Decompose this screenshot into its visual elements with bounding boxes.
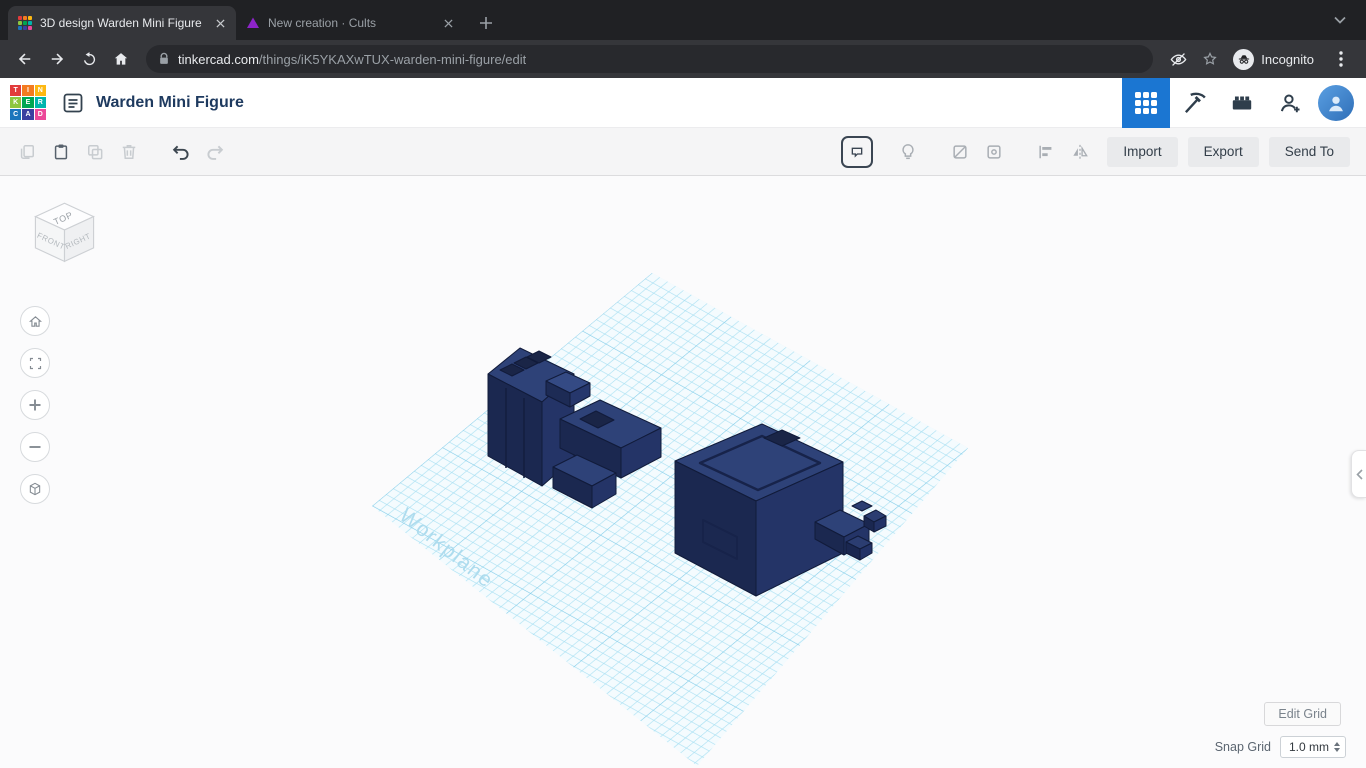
snap-grid-value: 1.0 mm <box>1289 740 1330 754</box>
incognito-spy-icon <box>1233 48 1255 70</box>
url-text: tinkercad.com/things/iK5YKAXwTUX-warden-… <box>178 52 526 67</box>
tab-close-icon[interactable] <box>212 15 228 31</box>
editor-toolbar: Import Export Send To <box>0 128 1366 176</box>
grid-icon <box>1135 91 1157 114</box>
url-field[interactable]: tinkercad.com/things/iK5YKAXwTUX-warden-… <box>146 45 1154 73</box>
redo-icon[interactable] <box>198 135 232 169</box>
notes-tool-button[interactable] <box>841 135 874 168</box>
browser-tab-strip: 3D design Warden Mini Figure New creatio… <box>0 0 1366 40</box>
brick-export-button[interactable] <box>1218 78 1266 128</box>
blocks-view-button[interactable] <box>1122 77 1170 128</box>
panel-expand-tab[interactable] <box>1351 450 1366 498</box>
duplicate-icon[interactable] <box>78 135 112 169</box>
pickaxe-icon <box>1184 92 1206 113</box>
import-button[interactable]: Import <box>1107 136 1178 167</box>
browser-address-bar: tinkercad.com/things/iK5YKAXwTUX-warden-… <box>0 40 1366 78</box>
lock-icon <box>160 52 168 64</box>
align-tool-icon[interactable] <box>1029 135 1063 169</box>
view-tools <box>20 306 50 504</box>
delete-icon[interactable] <box>112 135 146 169</box>
eye-blocked-icon[interactable] <box>1163 44 1193 74</box>
spinner-arrows-icon[interactable] <box>1334 742 1345 752</box>
edit-grid-button[interactable]: Edit Grid <box>1264 702 1341 726</box>
show-all-icon[interactable] <box>977 135 1011 169</box>
copy-icon[interactable] <box>10 135 44 169</box>
tab-close-icon[interactable] <box>440 15 456 31</box>
incognito-label: Incognito <box>1261 51 1314 67</box>
minecraft-export-button[interactable] <box>1170 78 1218 128</box>
paste-icon[interactable] <box>44 135 78 169</box>
user-avatar[interactable] <box>1318 84 1354 121</box>
zoom-in-button[interactable] <box>20 390 50 420</box>
tab-list-chevron-icon[interactable] <box>1326 6 1354 34</box>
design-properties-icon[interactable] <box>54 84 92 122</box>
header-actions <box>1122 77 1366 128</box>
design-title[interactable]: Warden Mini Figure <box>96 94 244 112</box>
tinkercad-logo[interactable]: TINKERCAD <box>10 84 46 121</box>
annotation-icon <box>852 147 863 158</box>
fit-view-button[interactable] <box>20 348 50 378</box>
scene-canvas[interactable]: Workplane <box>0 176 1366 768</box>
send-to-button[interactable]: Send To <box>1268 136 1350 167</box>
mirror-tool-icon[interactable] <box>1063 135 1097 169</box>
lego-brick-icon <box>1232 96 1252 109</box>
cults-favicon <box>246 16 260 30</box>
light-tool-icon[interactable] <box>891 135 925 169</box>
share-invite-button[interactable] <box>1266 78 1314 128</box>
snap-grid-label: Snap Grid <box>1214 740 1271 754</box>
tab-title: New creation · Cults <box>268 16 377 30</box>
browser-menu-kebab-icon[interactable] <box>1326 44 1356 74</box>
reload-icon[interactable] <box>74 44 104 74</box>
home-icon[interactable] <box>106 44 136 74</box>
url-domain: tinkercad.com <box>178 51 259 67</box>
add-person-icon <box>1280 94 1300 112</box>
back-icon[interactable] <box>10 44 40 74</box>
tab-title: 3D design Warden Mini Figure <box>40 16 202 30</box>
zoom-out-button[interactable] <box>20 432 50 462</box>
forward-icon[interactable] <box>42 44 72 74</box>
browser-tab-active[interactable]: 3D design Warden Mini Figure <box>8 6 236 40</box>
snap-grid-control: Snap Grid 1.0 mm <box>1215 736 1346 758</box>
home-view-button[interactable] <box>20 306 50 336</box>
incognito-badge: Incognito <box>1233 48 1314 70</box>
app-header: TINKERCAD Warden Mini Figure <box>0 77 1366 128</box>
screen: 3D design Warden Mini Figure New creatio… <box>0 0 1366 768</box>
new-tab-button[interactable] <box>472 9 500 37</box>
view-cube[interactable]: TOP FRONT RIGHT <box>22 192 107 277</box>
export-button[interactable]: Export <box>1187 136 1259 167</box>
browser-tab-inactive[interactable]: New creation · Cults <box>236 6 464 40</box>
viewport-3d[interactable]: Workplane TOP FRONT RIGHT Edit Grid Snap… <box>0 176 1366 768</box>
hide-selected-icon[interactable] <box>943 135 977 169</box>
snap-grid-select[interactable]: 1.0 mm <box>1280 736 1346 758</box>
perspective-toggle-button[interactable] <box>20 474 50 504</box>
url-path: /things/iK5YKAXwTUX-warden-mini-figure/e… <box>258 51 527 67</box>
tinkercad-favicon <box>18 16 32 30</box>
undo-icon[interactable] <box>164 135 198 169</box>
chevron-left-icon <box>1355 468 1363 480</box>
bookmark-star-icon[interactable] <box>1195 44 1225 74</box>
